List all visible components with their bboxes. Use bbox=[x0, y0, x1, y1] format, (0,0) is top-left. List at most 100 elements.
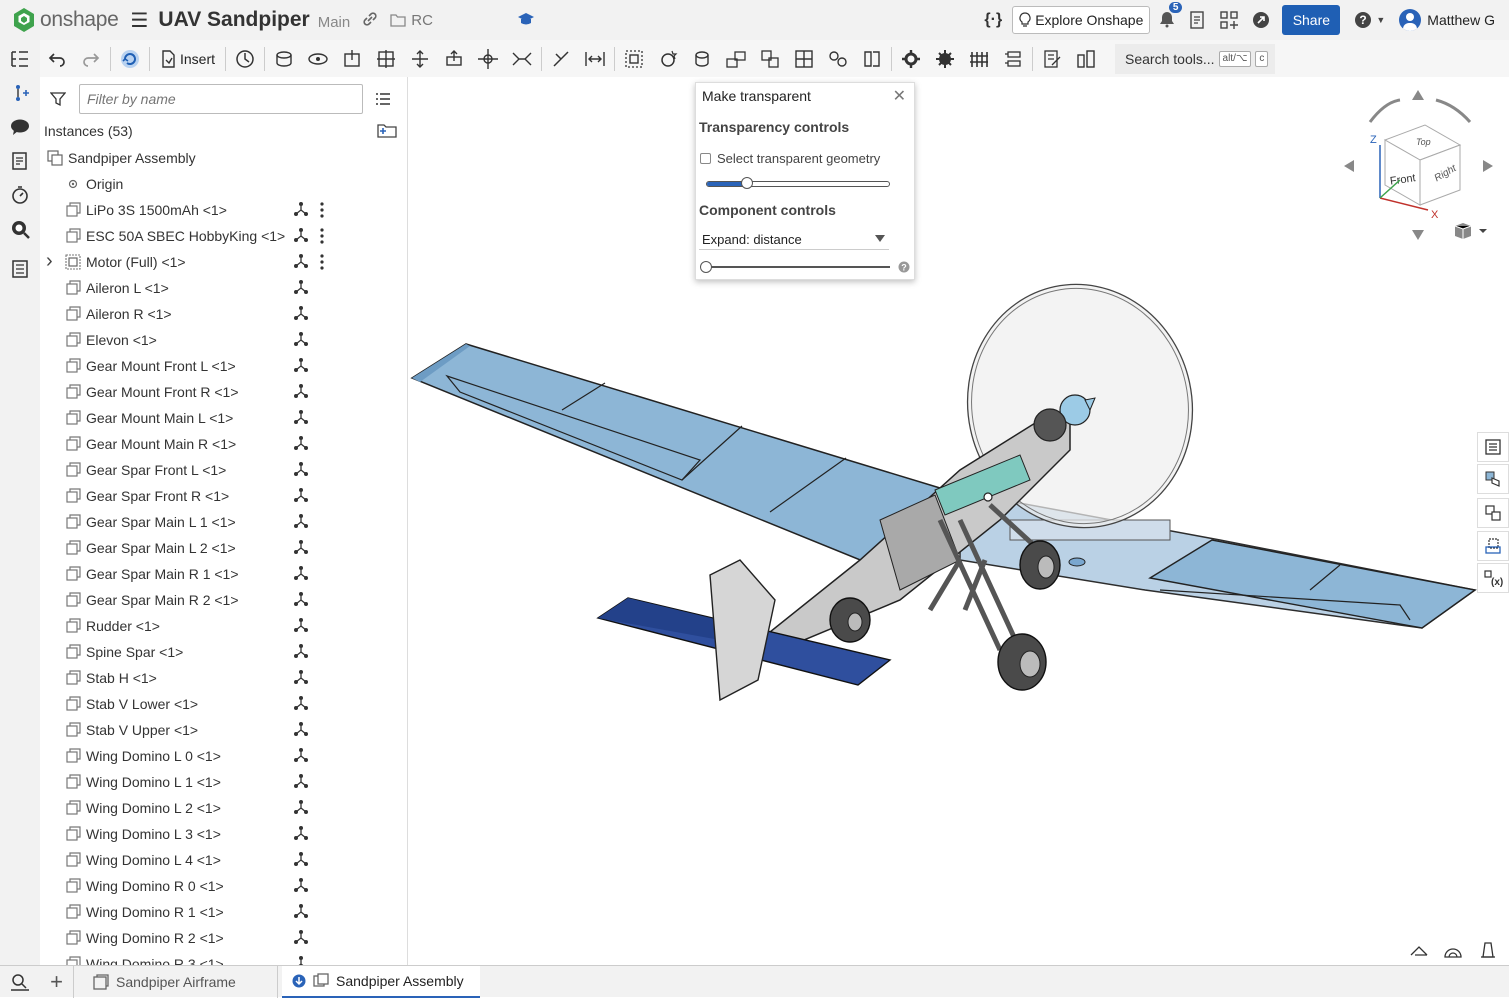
notifications-button[interactable]: 5 bbox=[1158, 1, 1183, 31]
planar-mate-icon[interactable] bbox=[369, 42, 403, 76]
tree-item[interactable]: Elevon <1> bbox=[40, 327, 408, 353]
comments-icon[interactable] bbox=[9, 116, 31, 138]
tree-item[interactable]: Gear Spar Front R <1> bbox=[40, 483, 408, 509]
insert-button[interactable]: Insert bbox=[152, 44, 223, 74]
tree-item[interactable]: Wing Domino L 2 <1> bbox=[40, 795, 408, 821]
search-tabs-icon[interactable] bbox=[0, 966, 40, 998]
mate-connector-icon[interactable] bbox=[293, 539, 309, 558]
explode-icon[interactable] bbox=[821, 42, 855, 76]
sectioning-icon[interactable] bbox=[1069, 42, 1103, 76]
redo-icon[interactable] bbox=[74, 42, 108, 76]
measure-icon[interactable] bbox=[1035, 42, 1069, 76]
variables-icon[interactable]: {·} bbox=[984, 11, 1002, 29]
view-options-icon[interactable] bbox=[1453, 222, 1487, 243]
revolute-mate-icon[interactable] bbox=[301, 42, 335, 76]
learning-cap-icon[interactable] bbox=[517, 11, 535, 30]
mate-connector-icon[interactable] bbox=[293, 773, 309, 792]
search-tools-input[interactable]: Search tools... alt/⌥ c bbox=[1115, 43, 1276, 74]
mate-connector-icon[interactable] bbox=[293, 669, 309, 688]
tree-item[interactable]: Gear Spar Front L <1> bbox=[40, 457, 408, 483]
pin-slot-mate-icon[interactable] bbox=[437, 42, 471, 76]
tree-item[interactable]: ESC 50A SBEC HobbyKing <1> bbox=[40, 223, 408, 249]
mate-connector-icon[interactable] bbox=[293, 435, 309, 454]
expand-distance-slider[interactable] bbox=[700, 261, 890, 273]
add-tab-button[interactable]: + bbox=[40, 966, 74, 998]
gear-icon[interactable] bbox=[928, 42, 962, 76]
tree-item[interactable]: › Motor (Full) <1> bbox=[40, 249, 408, 275]
tree-item[interactable]: Rudder <1> bbox=[40, 613, 408, 639]
tree-item[interactable]: Stab V Lower <1> bbox=[40, 691, 408, 717]
fence-icon[interactable] bbox=[962, 42, 996, 76]
filter-icon[interactable] bbox=[49, 91, 67, 110]
tree-item[interactable]: Gear Mount Front R <1> bbox=[40, 379, 408, 405]
mate-connector-icon[interactable] bbox=[293, 799, 309, 818]
tree-item[interactable]: Wing Domino L 1 <1> bbox=[40, 769, 408, 795]
mate-connector-icon[interactable] bbox=[293, 409, 309, 428]
linear-relation-icon[interactable] bbox=[787, 42, 821, 76]
gear-relation-icon[interactable] bbox=[685, 42, 719, 76]
settings-gear-icon[interactable] bbox=[894, 42, 928, 76]
slider-mate-icon[interactable] bbox=[335, 42, 369, 76]
mate-connector-icon[interactable] bbox=[293, 461, 309, 480]
mate-connector-icon[interactable] bbox=[293, 487, 309, 506]
transparency-slider[interactable] bbox=[706, 177, 890, 189]
select-transparent-geometry-checkbox[interactable] bbox=[700, 153, 711, 164]
instance-list-icon[interactable] bbox=[9, 48, 31, 70]
tree-item[interactable]: Gear Mount Front L <1> bbox=[40, 353, 408, 379]
mate-connector-icon[interactable] bbox=[293, 383, 309, 402]
named-position-icon[interactable] bbox=[855, 42, 889, 76]
tree-item[interactable]: Spine Spar <1> bbox=[40, 639, 408, 665]
select-transparent-geometry-row[interactable]: Select transparent geometry bbox=[700, 151, 880, 166]
rack-pinion-icon[interactable] bbox=[719, 42, 753, 76]
mate-connector-icon[interactable] bbox=[293, 591, 309, 610]
origin-item[interactable]: Origin bbox=[40, 171, 408, 197]
tree-item[interactable]: Wing Domino L 4 <1> bbox=[40, 847, 408, 873]
tree-root-item[interactable]: Sandpiper Assembly bbox=[40, 145, 408, 171]
tree-item[interactable]: Gear Mount Main R <1> bbox=[40, 431, 408, 457]
tree-item[interactable]: Gear Spar Main R 2 <1> bbox=[40, 587, 408, 613]
tree-item[interactable]: Gear Mount Main L <1> bbox=[40, 405, 408, 431]
tree-item[interactable]: Aileron L <1> bbox=[40, 275, 408, 301]
mate-connector-icon[interactable] bbox=[293, 201, 309, 220]
parallel-mate-icon[interactable] bbox=[505, 42, 539, 76]
mate-connector-icon[interactable] bbox=[293, 253, 309, 272]
mate-connector-icon[interactable] bbox=[293, 851, 309, 870]
rotate-up-icon[interactable] bbox=[1412, 90, 1424, 100]
tree-item[interactable]: Wing Domino L 0 <1> bbox=[40, 743, 408, 769]
tangent-mate-icon[interactable] bbox=[544, 42, 578, 76]
explore-onshape-button[interactable]: Explore Onshape bbox=[1012, 6, 1151, 34]
tasks-icon[interactable] bbox=[1186, 9, 1208, 31]
tree-item[interactable]: Gear Spar Main L 2 <1> bbox=[40, 535, 408, 561]
rotate-right-icon[interactable] bbox=[1483, 160, 1493, 172]
mate-connector-icon[interactable] bbox=[293, 721, 309, 740]
group-icon[interactable] bbox=[617, 42, 651, 76]
list-view-icon[interactable] bbox=[375, 91, 391, 110]
new-folder-icon[interactable] bbox=[377, 122, 397, 141]
mate-connector-icon[interactable] bbox=[293, 643, 309, 662]
close-icon[interactable]: ✕ bbox=[893, 86, 906, 106]
mate-connector-icon[interactable] bbox=[293, 955, 309, 965]
bill-of-materials-icon[interactable] bbox=[9, 258, 31, 280]
properties-panel-button[interactable] bbox=[1477, 432, 1509, 462]
more-options-icon[interactable] bbox=[319, 201, 325, 222]
variables-panel-button[interactable]: (x) bbox=[1477, 563, 1509, 593]
menu-icon[interactable]: ☰ bbox=[130, 8, 148, 33]
inspect-icon[interactable] bbox=[9, 218, 31, 240]
replicate-icon[interactable] bbox=[228, 42, 262, 76]
mate-connector-icon[interactable] bbox=[293, 877, 309, 896]
ball-mate-icon[interactable] bbox=[471, 42, 505, 76]
tree-item[interactable]: Wing Domino R 3 <1> bbox=[40, 951, 408, 965]
mate-connector-icon[interactable] bbox=[293, 513, 309, 532]
rotate-left-icon[interactable] bbox=[1344, 160, 1354, 172]
rotate-down-icon[interactable] bbox=[1412, 230, 1424, 240]
branch-label[interactable]: Main bbox=[318, 14, 351, 31]
screw-relation-icon[interactable] bbox=[753, 42, 787, 76]
explode-views-panel-button[interactable] bbox=[1477, 531, 1509, 561]
onshape-logo[interactable]: onshape bbox=[12, 0, 119, 40]
notes-icon[interactable] bbox=[9, 150, 31, 172]
expand-mode-dropdown[interactable]: Expand: distance bbox=[699, 230, 889, 250]
tree-item[interactable]: Wing Domino R 1 <1> bbox=[40, 899, 408, 925]
tree-item[interactable]: Gear Spar Main R 1 <1> bbox=[40, 561, 408, 587]
more-options-icon[interactable] bbox=[319, 253, 325, 274]
timer-icon[interactable] bbox=[9, 184, 31, 206]
